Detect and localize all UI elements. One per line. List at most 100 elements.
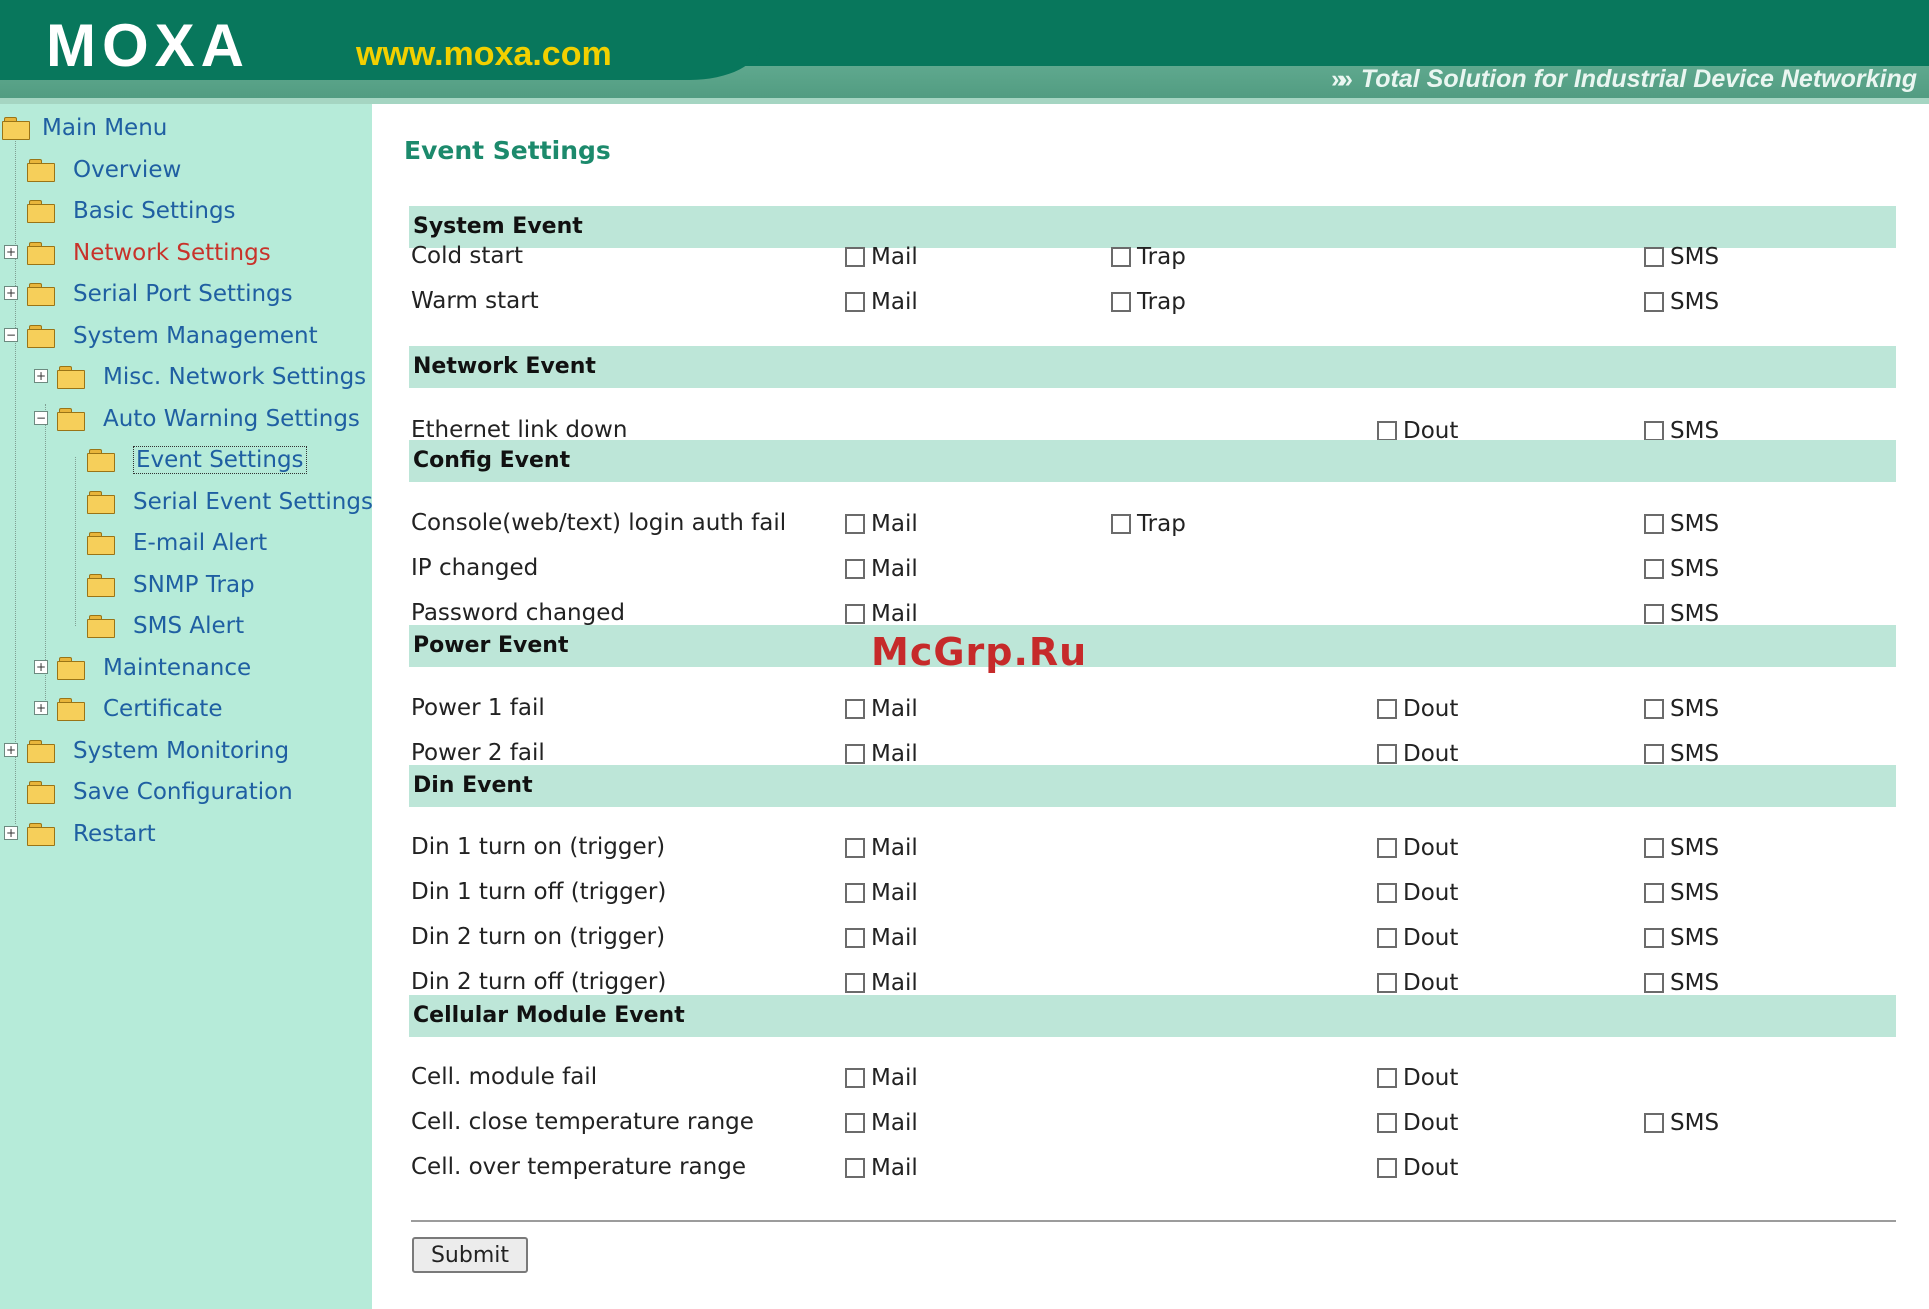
dout-checkbox[interactable] xyxy=(1377,421,1397,441)
sms-checkbox[interactable] xyxy=(1644,699,1664,719)
mail-checkbox[interactable] xyxy=(845,1068,865,1088)
dout-checkbox[interactable] xyxy=(1377,928,1397,948)
trap-option[interactable]: Trap xyxy=(1111,287,1186,317)
mail-option[interactable]: Mail xyxy=(845,833,918,863)
sms-option[interactable]: SMS xyxy=(1644,923,1719,953)
sidebar-item-main-menu[interactable]: Main Menu xyxy=(0,113,372,143)
sms-checkbox[interactable] xyxy=(1644,604,1664,624)
expand-icon[interactable]: + xyxy=(4,245,18,259)
sms-checkbox[interactable] xyxy=(1644,838,1664,858)
mail-option[interactable]: Mail xyxy=(845,1063,918,1093)
dout-option[interactable]: Dout xyxy=(1377,694,1458,724)
mail-checkbox[interactable] xyxy=(845,838,865,858)
dout-option[interactable]: Dout xyxy=(1377,1108,1458,1138)
sidebar-item-event-settings[interactable]: Event Settings xyxy=(0,445,372,475)
sms-option[interactable]: SMS xyxy=(1644,1108,1719,1138)
mail-checkbox[interactable] xyxy=(845,699,865,719)
mail-option[interactable]: Mail xyxy=(845,242,918,272)
dout-checkbox[interactable] xyxy=(1377,744,1397,764)
sms-checkbox[interactable] xyxy=(1644,514,1664,534)
mail-option[interactable]: Mail xyxy=(845,694,918,724)
trap-checkbox[interactable] xyxy=(1111,292,1131,312)
mail-checkbox[interactable] xyxy=(845,744,865,764)
sms-checkbox[interactable] xyxy=(1644,883,1664,903)
mail-checkbox[interactable] xyxy=(845,292,865,312)
sms-checkbox[interactable] xyxy=(1644,421,1664,441)
mail-checkbox[interactable] xyxy=(845,604,865,624)
dout-checkbox[interactable] xyxy=(1377,699,1397,719)
sms-checkbox[interactable] xyxy=(1644,247,1664,267)
mail-checkbox[interactable] xyxy=(845,928,865,948)
mail-checkbox[interactable] xyxy=(845,514,865,534)
mail-checkbox[interactable] xyxy=(845,1113,865,1133)
dout-checkbox[interactable] xyxy=(1377,883,1397,903)
sidebar-item-auto-warning-settings[interactable]: − Auto Warning Settings xyxy=(0,404,372,434)
sms-option[interactable]: SMS xyxy=(1644,509,1719,539)
mail-checkbox[interactable] xyxy=(845,559,865,579)
dout-checkbox[interactable] xyxy=(1377,838,1397,858)
mail-checkbox[interactable] xyxy=(845,247,865,267)
sidebar-item-maintenance[interactable]: + Maintenance xyxy=(0,653,372,683)
mail-option[interactable]: Mail xyxy=(845,509,918,539)
sidebar-item-certificate[interactable]: + Certificate xyxy=(0,694,372,724)
sms-checkbox[interactable] xyxy=(1644,744,1664,764)
dout-checkbox[interactable] xyxy=(1377,973,1397,993)
sms-option[interactable]: SMS xyxy=(1644,833,1719,863)
sms-checkbox[interactable] xyxy=(1644,973,1664,993)
sidebar-item-snmp-trap[interactable]: SNMP Trap xyxy=(0,570,372,600)
sidebar-item-serial-port-settings[interactable]: + Serial Port Settings xyxy=(0,279,372,309)
collapse-icon[interactable]: − xyxy=(34,411,48,425)
sidebar-item-network-settings[interactable]: + Network Settings xyxy=(0,238,372,268)
trap-checkbox[interactable] xyxy=(1111,514,1131,534)
sidebar-item-basic-settings[interactable]: Basic Settings xyxy=(0,196,372,226)
sidebar-item-e-mail-alert[interactable]: E-mail Alert xyxy=(0,528,372,558)
dout-option[interactable]: Dout xyxy=(1377,1153,1458,1183)
sms-option[interactable]: SMS xyxy=(1644,242,1719,272)
mail-option[interactable]: Mail xyxy=(845,878,918,908)
sms-option[interactable]: SMS xyxy=(1644,694,1719,724)
sidebar-item-system-monitoring[interactable]: + System Monitoring xyxy=(0,736,372,766)
dout-checkbox[interactable] xyxy=(1377,1068,1397,1088)
mail-option[interactable]: Mail xyxy=(845,968,918,998)
sms-option[interactable]: SMS xyxy=(1644,968,1719,998)
sms-option[interactable]: SMS xyxy=(1644,878,1719,908)
sms-option[interactable]: SMS xyxy=(1644,287,1719,317)
trap-option[interactable]: Trap xyxy=(1111,509,1186,539)
submit-button[interactable]: Submit xyxy=(412,1237,528,1273)
sms-checkbox[interactable] xyxy=(1644,1113,1664,1133)
mail-checkbox[interactable] xyxy=(845,973,865,993)
sidebar-item-sms-alert[interactable]: SMS Alert xyxy=(0,611,372,641)
dout-option[interactable]: Dout xyxy=(1377,1063,1458,1093)
trap-checkbox[interactable] xyxy=(1111,247,1131,267)
expand-icon[interactable]: + xyxy=(34,660,48,674)
sms-checkbox[interactable] xyxy=(1644,292,1664,312)
mail-option[interactable]: Mail xyxy=(845,287,918,317)
sidebar-item-save-configuration[interactable]: Save Configuration xyxy=(0,777,372,807)
expand-icon[interactable]: + xyxy=(4,826,18,840)
dout-option[interactable]: Dout xyxy=(1377,833,1458,863)
dout-option[interactable]: Dout xyxy=(1377,878,1458,908)
sidebar-item-system-management[interactable]: − System Management xyxy=(0,321,372,351)
mail-option[interactable]: Mail xyxy=(845,1108,918,1138)
sidebar-item-serial-event-settings[interactable]: Serial Event Settings xyxy=(0,487,372,517)
sms-checkbox[interactable] xyxy=(1644,559,1664,579)
mail-option[interactable]: Mail xyxy=(845,923,918,953)
sms-checkbox[interactable] xyxy=(1644,928,1664,948)
expand-icon[interactable]: + xyxy=(4,286,18,300)
expand-icon[interactable]: + xyxy=(34,369,48,383)
expand-icon[interactable]: + xyxy=(4,743,18,757)
sidebar-item-overview[interactable]: Overview xyxy=(0,155,372,185)
sidebar-item-misc-network-settings[interactable]: + Misc. Network Settings xyxy=(0,362,372,392)
sms-option[interactable]: SMS xyxy=(1644,554,1719,584)
mail-option[interactable]: Mail xyxy=(845,1153,918,1183)
mail-checkbox[interactable] xyxy=(845,883,865,903)
trap-option[interactable]: Trap xyxy=(1111,242,1186,272)
sidebar-item-restart[interactable]: + Restart xyxy=(0,819,372,849)
dout-checkbox[interactable] xyxy=(1377,1113,1397,1133)
expand-icon[interactable]: + xyxy=(34,701,48,715)
collapse-icon[interactable]: − xyxy=(4,328,18,342)
mail-checkbox[interactable] xyxy=(845,1158,865,1178)
dout-option[interactable]: Dout xyxy=(1377,968,1458,998)
mail-option[interactable]: Mail xyxy=(845,554,918,584)
dout-checkbox[interactable] xyxy=(1377,1158,1397,1178)
